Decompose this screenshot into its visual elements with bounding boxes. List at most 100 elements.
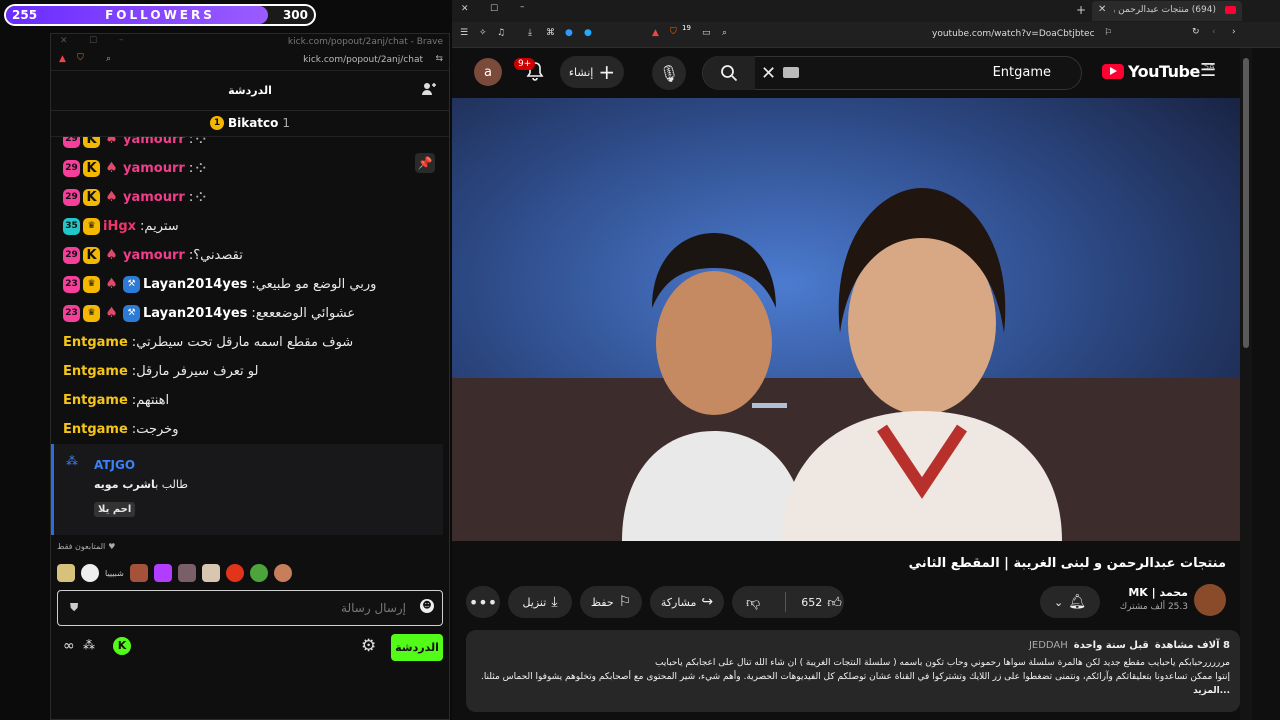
pin-icon[interactable]: 📌: [415, 153, 435, 173]
search-icon[interactable]: ⌕: [106, 54, 111, 64]
wallet-icon[interactable]: ●: [584, 28, 592, 38]
chat-username[interactable]: Entgame: [63, 422, 128, 437]
bookmark-icon[interactable]: ⚐: [1104, 28, 1112, 38]
page-scrollbar[interactable]: [1240, 48, 1252, 720]
new-tab-icon[interactable]: +: [1076, 3, 1086, 17]
channel-name[interactable]: محمد | MK: [1106, 586, 1188, 599]
emote-ghost-icon[interactable]: [81, 564, 99, 582]
create-label: إنشاء: [568, 65, 594, 79]
chat-username[interactable]: yamourr: [123, 137, 185, 147]
shield-icon[interactable]: ⛊: [70, 601, 78, 615]
kick-logo-icon[interactable]: K: [113, 637, 131, 655]
chat-message: 29 K ♠ yamourr: ⁘: [63, 185, 208, 209]
puzzle-icon[interactable]: ⌘: [546, 28, 555, 38]
emote-cat-icon[interactable]: [177, 564, 196, 582]
channel-avatar[interactable]: [1194, 584, 1226, 616]
cast-icon[interactable]: ▭: [702, 28, 711, 38]
hamburger-menu-icon[interactable]: ☰: [1200, 60, 1216, 81]
description-line-1: مرررررحبابكم ياحبايب مقطع جديد لكن هالمر…: [655, 658, 1230, 668]
reload-icon[interactable]: ↻: [1192, 27, 1200, 37]
pinned-user[interactable]: ATJGO: [94, 458, 135, 472]
search-icon[interactable]: [703, 56, 755, 90]
download-button[interactable]: تنزيل ⤓: [508, 586, 572, 618]
scrollbar-thumb[interactable]: [1243, 58, 1249, 348]
chat-messages: 📌 29 K ♠ yamourr: ⁘ 29 K ♠ yamourr: ⁘ 29 K ♠ yamour…: [51, 137, 443, 442]
brave-shield-icon[interactable]: ⛉: [670, 27, 677, 37]
gifter-name[interactable]: Bikatco: [228, 116, 278, 130]
zoom-icon[interactable]: ⌕: [722, 28, 727, 38]
chat-username[interactable]: yamourr: [123, 248, 185, 263]
chat-username[interactable]: Entgame: [63, 364, 128, 379]
like-count[interactable]: 652: [801, 596, 822, 609]
create-button[interactable]: إنشاء +: [560, 56, 624, 88]
account-avatar[interactable]: a: [474, 58, 502, 86]
share-arrow-icon: ↪: [701, 594, 714, 610]
chat-popout-window: ✕ ☐ – kick.com/popout/2anj/chat - Brave …: [50, 33, 450, 720]
voice-search-icon[interactable]: 🎙: [652, 56, 686, 90]
active-tab[interactable]: ✕ (694) منتجات عبدالرحمن و لبنى ال: [1092, 1, 1242, 21]
window-maximize-icon[interactable]: ☐: [490, 4, 498, 14]
sub-months-badge: 29: [63, 246, 80, 264]
brave-rewards-icon[interactable]: ▲: [652, 28, 659, 38]
chat-username[interactable]: yamourr: [123, 190, 185, 205]
chat-username[interactable]: Entgame: [63, 393, 128, 408]
save-button[interactable]: حفظ ⚐: [580, 586, 642, 618]
close-icon[interactable]: ✕: [60, 36, 68, 46]
brave-rewards-icon[interactable]: ▲: [59, 54, 66, 64]
settings-gear-icon[interactable]: ⚙: [361, 636, 376, 656]
subscribe-bell-button[interactable]: ⌄ 🔔︎: [1040, 586, 1100, 618]
users-icon[interactable]: [421, 81, 437, 97]
share-button[interactable]: مشاركة ↪: [650, 586, 724, 618]
back-icon[interactable]: ‹: [1212, 27, 1216, 37]
chat-username[interactable]: Entgame: [63, 335, 128, 350]
more-actions-button[interactable]: •••: [466, 586, 500, 618]
sub-months-badge: 29: [63, 188, 80, 206]
menu-icon[interactable]: ☰: [460, 28, 468, 38]
forward-icon[interactable]: ›: [1232, 27, 1236, 37]
keyboard-icon[interactable]: [783, 67, 799, 78]
infinity-icon[interactable]: ∞: [63, 638, 75, 654]
gifter-rank-badge: 1: [209, 116, 224, 130]
share-icon[interactable]: ⇆: [435, 54, 443, 64]
chat-input-placeholder[interactable]: إرسال رسالة: [341, 601, 406, 615]
chat-username[interactable]: yamourr: [123, 161, 185, 176]
maximize-icon[interactable]: ☐: [89, 36, 97, 46]
emote-pepe-icon[interactable]: [249, 564, 268, 582]
download-icon[interactable]: ⤓: [528, 28, 532, 38]
chat-username[interactable]: iHgx: [103, 219, 136, 234]
emote-text[interactable]: شبيييا: [105, 569, 124, 578]
video-player[interactable]: [452, 98, 1240, 541]
emote-fire-icon[interactable]: [225, 564, 244, 582]
chat-url[interactable]: kick.com/popout/2anj/chat: [303, 55, 423, 65]
tab-close-icon[interactable]: ✕: [1098, 4, 1106, 15]
emoji-icon[interactable]: ☻: [420, 599, 434, 613]
extension-icon[interactable]: ✧: [479, 28, 487, 38]
emote-bars-icon[interactable]: [153, 564, 172, 582]
youtube-logo[interactable]: YouTube SA: [1102, 62, 1215, 81]
music-icon[interactable]: ♫: [497, 28, 505, 38]
address-bar[interactable]: youtube.com/watch?v=DoaCbtjbtec: [932, 29, 1095, 39]
emote-can-icon[interactable]: [201, 564, 220, 582]
show-more-link[interactable]: ...المزيد: [476, 684, 1230, 698]
demon-badge-icon: ♠: [105, 305, 118, 321]
vpn-icon[interactable]: ●: [565, 28, 573, 38]
location-tag[interactable]: JEDDAH: [1029, 640, 1068, 651]
dislike-icon[interactable]: 👎︎: [746, 594, 760, 611]
emote-man-icon[interactable]: [273, 564, 292, 582]
chat-username[interactable]: Layan2014yes: [143, 277, 247, 292]
bubbles-menu-icon[interactable]: ⁂: [83, 638, 95, 652]
window-close-icon[interactable]: ✕: [461, 4, 469, 14]
send-chat-button[interactable]: الدردشة: [391, 634, 443, 661]
search-input[interactable]: Entgame: [993, 65, 1051, 80]
clear-search-icon[interactable]: ✕: [761, 63, 776, 84]
chat-input-box[interactable]: ⛊ إرسال رسالة ☻: [57, 590, 443, 626]
chat-username[interactable]: Layan2014yes: [143, 306, 247, 321]
brave-shield-icon[interactable]: ⛉: [77, 53, 84, 63]
like-icon[interactable]: 👍︎: [827, 594, 842, 611]
video-description[interactable]: 8 آلاف مشاهدة قبل سنة واحدة JEDDAH مرررر…: [466, 630, 1240, 712]
minimize-icon[interactable]: –: [119, 35, 124, 45]
emote-face-icon[interactable]: [129, 564, 148, 582]
window-minimize-icon[interactable]: –: [520, 2, 525, 12]
emote-duck-icon[interactable]: [57, 564, 75, 582]
chat-title: الدردشة: [228, 84, 272, 97]
